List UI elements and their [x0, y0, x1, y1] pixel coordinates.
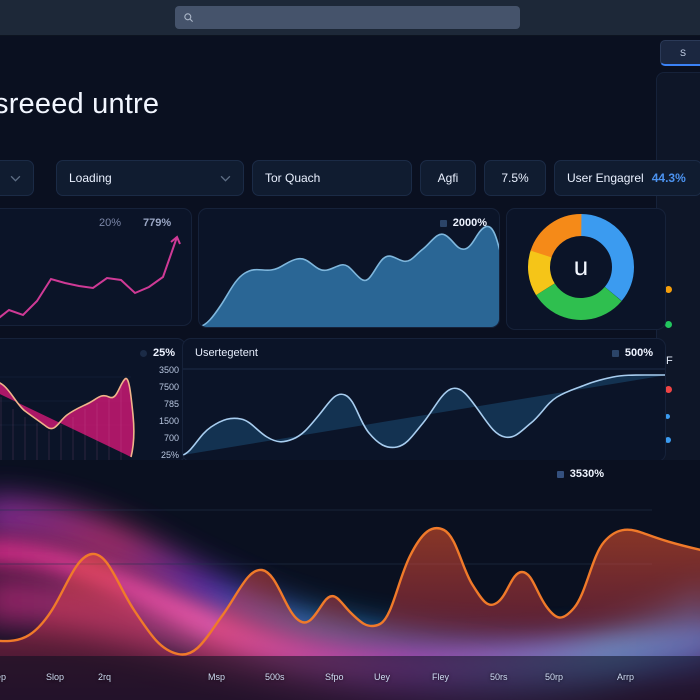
engagement-metric-label: 500% — [624, 347, 653, 359]
chevron-down-icon — [10, 175, 21, 182]
search-field[interactable] — [175, 6, 520, 29]
x-label-4: 500s — [265, 672, 285, 682]
legend-dot-orange — [665, 286, 672, 293]
x-label-6: Uey — [374, 672, 391, 682]
x-label-7: Fley — [432, 672, 450, 682]
filter-engagement-label: User Engagrel — [567, 171, 644, 185]
filter-rate-chip[interactable]: 7.5% — [484, 160, 546, 196]
filter-name-chip[interactable]: Tor Quach — [252, 160, 412, 196]
search-icon — [184, 13, 194, 23]
top-bar — [0, 0, 700, 36]
x-label-2: 2rq — [98, 672, 112, 682]
y-tick-5: 25% — [160, 450, 179, 460]
x-label-10: Arrp — [617, 672, 635, 682]
metric-square-icon — [611, 349, 619, 357]
filter-rate-label: 7.5% — [501, 171, 529, 185]
filter-name-label: Tor Quach — [265, 171, 321, 185]
chevron-down-icon — [220, 175, 231, 182]
legend-dot-green — [665, 321, 672, 328]
engagement-metric: 500% — [611, 347, 653, 359]
x-label-5: Sfpo — [325, 672, 344, 682]
filter-status-select[interactable]: Loading — [56, 160, 244, 196]
trend-metric-b: 779% — [143, 217, 172, 229]
filter-chevron-chip[interactable] — [0, 160, 34, 196]
hero-chart — [0, 460, 700, 700]
search-input[interactable] — [199, 12, 520, 23]
page-title: sreeed untre — [0, 88, 160, 120]
card-engagement-wave[interactable]: Usertegetent 500% — [182, 338, 666, 462]
x-label-1: Slop — [46, 672, 65, 682]
filter-engagement-chip[interactable]: User Engagrel 44.3% — [554, 160, 700, 196]
filter-agfi-chip[interactable]: Agfi — [420, 160, 476, 196]
hero-metric: 3530% — [556, 468, 604, 480]
side-panel-tab[interactable]: S — [660, 40, 700, 66]
filter-agfi-label: Agfi — [437, 171, 459, 185]
card-volume-area[interactable]: 2000% — [198, 208, 500, 328]
filter-status-label: Loading — [69, 171, 112, 185]
hero-x-axis: ep Slop 2rq Msp 500s Sfpo Uey Fley 50rs … — [0, 672, 700, 686]
engagement-card-title: Usertegetent — [195, 347, 258, 359]
magenta-metric-label: 25% — [152, 347, 175, 359]
y-tick-3: 1500 — [158, 416, 179, 426]
volume-metric: 2000% — [439, 217, 487, 229]
side-panel-section-title: F — [666, 355, 673, 367]
x-label-3: Msp — [208, 672, 226, 682]
card-magenta-area[interactable]: 25% 3500 7500 785 1500 700 25% — [0, 338, 186, 462]
card-trend-line[interactable]: 20% 779% — [0, 208, 192, 326]
x-label-0: ep — [0, 672, 7, 682]
x-label-8: 50rs — [490, 672, 508, 682]
trend-metric-a: 20% — [99, 217, 122, 229]
hero-metric-label: 3530% — [569, 468, 604, 480]
y-tick-4: 700 — [163, 433, 179, 443]
hero-chart-panel[interactable]: 3530% p Slop 2rq Msp 500s Sfpo Uey Fley … — [0, 460, 700, 700]
card-donut[interactable]: u — [506, 208, 666, 330]
y-tick-1: 7500 — [158, 382, 179, 392]
metric-square-icon — [439, 219, 447, 227]
dashboard-page: S F sreeed untre Loading Tor Quach Agfi — [0, 36, 700, 700]
legend-dot-red — [665, 386, 672, 393]
volume-metric-label: 2000% — [452, 217, 487, 229]
donut-center-label: u — [574, 251, 588, 281]
y-tick-0: 3500 — [158, 365, 179, 375]
x-label-9: 50rp — [545, 672, 564, 682]
metric-square-icon — [556, 470, 564, 478]
metric-dot-icon — [139, 349, 147, 357]
filter-engagement-value: 44.3% — [651, 171, 686, 185]
donut-chart: u — [528, 214, 634, 320]
y-tick-2: 785 — [163, 399, 179, 409]
magenta-metric: 25% — [139, 347, 175, 359]
